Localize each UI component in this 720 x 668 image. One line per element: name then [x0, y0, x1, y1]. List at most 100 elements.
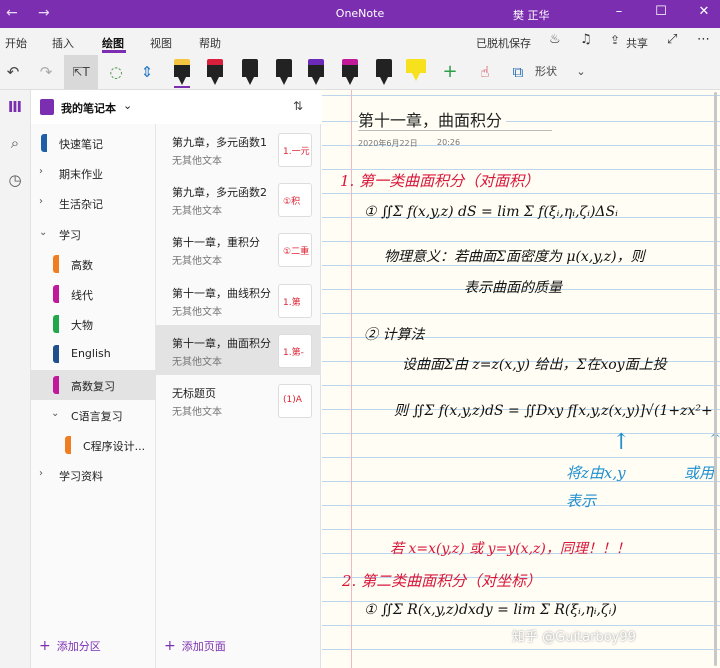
- nav-rail: Ⅲ ⌕ ◷: [0, 90, 31, 668]
- title-bar: ← → OneNote 樊 正华 – ☐ ✕: [0, 0, 720, 28]
- page-date: 2020年6月22日: [358, 139, 418, 148]
- ink-note-blue-2[interactable]: 表示: [566, 490, 596, 511]
- page-item[interactable]: 第十一章，曲面积分 无其他文本 1.第-: [156, 324, 321, 375]
- section-item[interactable]: › 生活杂记: [31, 188, 156, 218]
- pen-black-icon[interactable]: [242, 59, 258, 85]
- page-thumbnail: 1.第-: [278, 333, 312, 368]
- ink-method-heading[interactable]: ② 计算法: [364, 324, 424, 344]
- section-item[interactable]: ⌄ 学习: [31, 219, 156, 249]
- tab-home[interactable]: 开始: [5, 35, 27, 51]
- chevron-down-icon[interactable]: ⌄: [39, 227, 47, 238]
- sort-icon[interactable]: ⇅: [293, 99, 303, 113]
- chevron-right-icon[interactable]: ›: [39, 196, 43, 207]
- page-item-subtitle: 无其他文本: [172, 356, 222, 368]
- chevron-right-icon[interactable]: ›: [39, 166, 43, 177]
- section-item[interactable]: 线代: [31, 279, 156, 309]
- section-label: 高数: [71, 258, 93, 272]
- page-item[interactable]: 第十一章，重积分 无其他文本 ①二重: [156, 224, 321, 274]
- maximize-icon[interactable]: ☐: [651, 4, 671, 19]
- pen-purple-icon[interactable]: [308, 59, 324, 85]
- section-label: 线代: [71, 289, 93, 302]
- ink-heading-1[interactable]: 1. 第一类曲面积分（对面积）: [340, 170, 539, 191]
- minimize-icon[interactable]: –: [609, 4, 629, 19]
- section-item[interactable]: English: [31, 339, 156, 369]
- search-icon[interactable]: ⌕: [4, 132, 26, 154]
- section-tab-icon: [53, 315, 59, 334]
- share-button[interactable]: 共享: [626, 35, 648, 51]
- section-item[interactable]: ⌄ C语言复习: [31, 400, 156, 430]
- tab-view[interactable]: 视图: [150, 35, 172, 51]
- undo-icon[interactable]: ↶: [1, 60, 25, 84]
- ink-mass-note[interactable]: 表示曲面的质量: [464, 277, 562, 297]
- add-space-icon[interactable]: ⇕: [135, 60, 159, 84]
- section-tab-icon: [53, 375, 59, 394]
- note-canvas[interactable]: 第十一章，曲面积分 2020年6月22日 20:26 1. 第一类曲面积分（对面…: [322, 90, 720, 668]
- section-item[interactable]: C程序设计...: [31, 430, 156, 460]
- notebooks-icon[interactable]: Ⅲ: [4, 96, 26, 118]
- page-item[interactable]: 无标题页 无其他文本 (1)A: [156, 375, 321, 425]
- chevron-down-icon[interactable]: ⌄: [123, 99, 132, 112]
- pen-red-icon[interactable]: [207, 59, 223, 85]
- recent-icon[interactable]: ◷: [4, 169, 26, 191]
- thumbnail-ink: 1.第-: [283, 347, 304, 358]
- chevron-right-icon[interactable]: ›: [39, 468, 43, 479]
- shapes-button[interactable]: 形状: [531, 60, 561, 84]
- more-options-icon[interactable]: ⋯: [697, 32, 710, 47]
- page-item[interactable]: 第十一章，曲线积分 无其他文本 1.第: [156, 275, 321, 325]
- notebook-header[interactable]: 我的笔记本 ⌄ ⇅: [31, 90, 321, 124]
- ink-formula-3[interactable]: ① ∬Σ R(x,y,z)dxdy = lim Σ R(ξᵢ,ηᵢ,ζᵢ): [364, 602, 617, 618]
- notebook-icon: [40, 99, 54, 115]
- lightbulb-icon[interactable]: ♨: [549, 32, 561, 47]
- ink-formula-2[interactable]: 则 ∬Σ f(x,y,z)dS = ∬Dxy f[x,y,z(x,y)]√(1+…: [394, 400, 713, 420]
- add-pen-icon[interactable]: +: [438, 60, 462, 84]
- ribbon-tabs: 开始 插入 绘图 视图 帮助 已脱机保存 ♨ ♫ ⇪ 共享 ⤢ ⋯: [0, 28, 720, 54]
- ink-formula-1[interactable]: ① ∬Σ f(x,y,z) dS = lim Σ f(ξᵢ,ηᵢ,ζᵢ)ΔSᵢ: [364, 204, 618, 220]
- ink-heading-2[interactable]: 2. 第二类曲面积分（对坐标）: [342, 570, 541, 591]
- ink-to-shape-icon[interactable]: ☝: [473, 60, 497, 84]
- pen-black-3-icon[interactable]: [376, 59, 392, 85]
- pen-magenta-icon[interactable]: [342, 59, 358, 85]
- page-thumbnail: (1)A: [278, 384, 312, 418]
- section-item[interactable]: 高数复习: [31, 369, 156, 400]
- section-item[interactable]: 高数: [31, 249, 156, 279]
- close-icon[interactable]: ✕: [694, 4, 714, 19]
- page-item[interactable]: 第九章，多元函数2 无其他文本 ①积: [156, 174, 321, 224]
- thumbnail-ink: ①二重: [283, 247, 310, 258]
- bell-icon[interactable]: ♫: [580, 32, 592, 47]
- ink-surface-given[interactable]: 设曲面Σ由 z=z(x,y) 给出，Σ在xoy面上投: [402, 354, 667, 374]
- ink-remark-red[interactable]: 若 x=x(y,z) 或 y=y(x,z)，同理！！！: [390, 538, 630, 558]
- highlighter-yellow-icon[interactable]: [406, 59, 426, 85]
- pen-yellow-icon[interactable]: [174, 59, 190, 85]
- page-item-subtitle: 无其他文本: [172, 156, 222, 167]
- expand-icon[interactable]: ⤢: [667, 32, 677, 47]
- add-section-button[interactable]: + 添加分区: [39, 638, 101, 654]
- chevron-down-icon[interactable]: ⌄: [569, 60, 593, 84]
- ink-physics-meaning[interactable]: 物理意义：若曲面Σ面密度为 μ(x,y,z)，则: [384, 246, 645, 266]
- user-name[interactable]: 樊 正华: [513, 7, 550, 23]
- section-tab-icon: [53, 285, 59, 303]
- section-item[interactable]: › 学习资料: [31, 460, 156, 490]
- section-item[interactable]: › 期末作业: [31, 158, 156, 188]
- chevron-down-icon[interactable]: ⌄: [51, 408, 59, 419]
- section-item[interactable]: 快速笔记: [31, 128, 156, 158]
- tab-insert[interactable]: 插入: [52, 35, 74, 51]
- ink-note-blue-3[interactable]: 或用: [684, 462, 714, 483]
- shapes-icon[interactable]: ⧉: [506, 60, 530, 84]
- tab-help[interactable]: 帮助: [199, 35, 221, 51]
- page-item[interactable]: 第九章，多元函数1 无其他文本 1.一元: [156, 124, 321, 174]
- ink-note-blue-1[interactable]: 将z由x,y: [566, 462, 626, 483]
- lasso-select-icon[interactable]: ◌: [104, 60, 128, 84]
- tab-draw[interactable]: 绘图: [102, 35, 124, 51]
- pen-black-2-icon[interactable]: [276, 59, 292, 85]
- vertical-scrollbar[interactable]: [714, 92, 717, 666]
- section-item[interactable]: 大物: [31, 309, 156, 339]
- share-icon[interactable]: ⇪: [610, 33, 620, 47]
- ink-arrow: ↑: [612, 430, 631, 455]
- thumbnail-ink: 1.一元: [283, 147, 310, 157]
- page-title[interactable]: 第十一章，曲面积分: [358, 107, 507, 131]
- page-item-title: 第十一章，曲线积分: [172, 286, 271, 300]
- add-page-button[interactable]: + 添加页面: [164, 638, 226, 654]
- redo-icon[interactable]: ↷: [34, 60, 58, 84]
- page-item-subtitle: 无其他文本: [172, 206, 222, 218]
- section-tab-icon: [53, 345, 59, 364]
